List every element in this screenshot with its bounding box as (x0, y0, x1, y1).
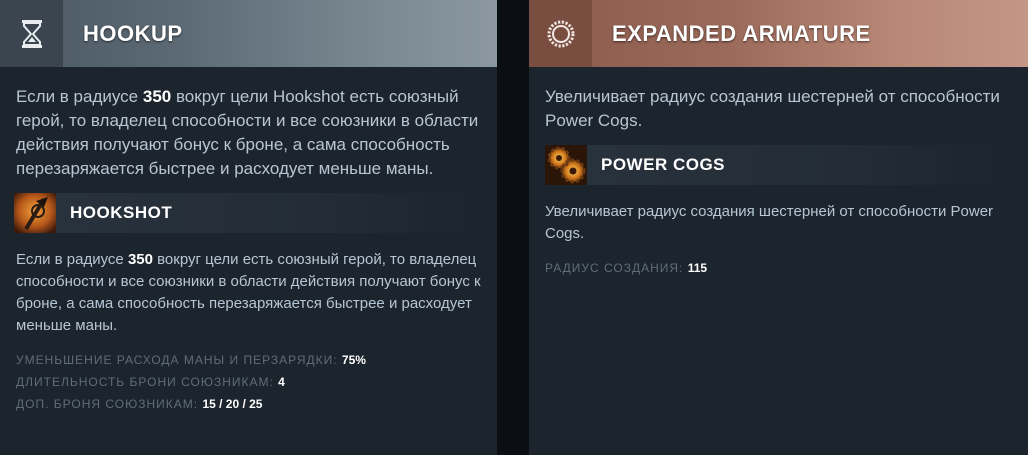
ability-name: HOOKSHOT (70, 203, 173, 222)
ability-stats: РАДИУС СОЗДАНИЯ: 115 (529, 257, 1028, 279)
talent-title: EXPANDED ARMATURE (612, 20, 871, 46)
stat-row: ДОП. БРОНЯ СОЮЗНИКАМ: 15 / 20 / 25 (16, 397, 263, 411)
talent-card-hookup: HOOKUP Если в радиусе 350 вокруг цели Ho… (0, 0, 497, 455)
ability-row-hookshot[interactable]: HOOKSHOT (14, 193, 497, 233)
talent-title: HOOKUP (83, 20, 183, 46)
ring-icon (529, 0, 592, 67)
talent-header: HOOKUP (0, 0, 497, 67)
talent-description: Если в радиусе 350 вокруг цели Hookshot … (16, 87, 479, 178)
ability-stats: УМЕНЬШЕНИЕ РАСХОДА МАНЫ И ПЕРЗАРЯДКИ: 75… (0, 349, 497, 415)
ability-description: Увеличивает радиус создания шестерней от… (545, 203, 994, 242)
stat-row: РАДИУС СОЗДАНИЯ: 115 (545, 261, 708, 275)
talent-card-expanded-armature: EXPANDED ARMATURE Увеличивает радиус соз… (529, 0, 1028, 455)
stat-row: ДЛИТЕЛЬНОСТЬ БРОНИ СОЮЗНИКАМ: 4 (16, 375, 285, 389)
ability-name: POWER COGS (601, 155, 726, 174)
ability-description: Если в радиусе 350 вокруг цели есть союз… (16, 251, 481, 334)
hourglass-icon (0, 0, 63, 67)
power-cogs-icon (545, 145, 587, 185)
hookshot-icon (14, 193, 56, 233)
talent-description: Увеличивает радиус создания шестерней от… (545, 87, 1000, 130)
ability-row-power-cogs[interactable]: POWER COGS (545, 145, 1028, 185)
stat-row: УМЕНЬШЕНИЕ РАСХОДА МАНЫ И ПЕРЗАРЯДКИ: 75… (16, 353, 366, 367)
talent-header: EXPANDED ARMATURE (529, 0, 1028, 67)
